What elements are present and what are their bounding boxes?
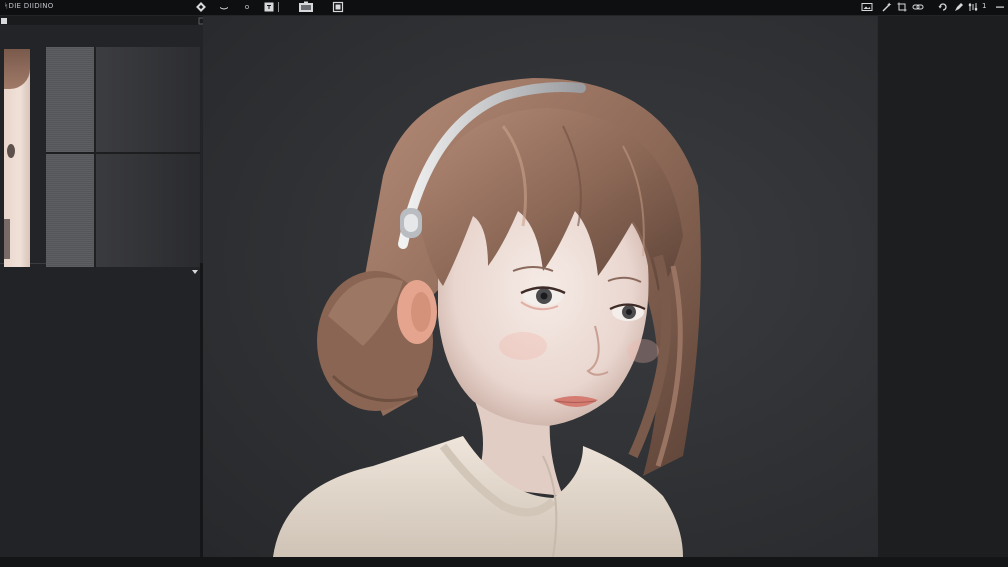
film-tool-button[interactable] [298,1,314,13]
link-button[interactable] [911,1,925,13]
undo-button[interactable] [936,1,950,13]
status-bar [0,557,1008,567]
panel-scroll-down[interactable] [191,269,199,275]
toolbar-separator [276,1,282,13]
thumbnail-cell[interactable] [46,47,94,152]
frame-icon [264,2,274,12]
crop-icon [897,2,907,12]
chevron-down-icon [192,270,198,274]
diamond-tool-icon [196,2,206,12]
right-panel [877,16,1008,567]
toolbar-counter: 1 [982,2,987,10]
thumbnail-grid [46,47,200,267]
image-button[interactable] [860,1,874,13]
levels-button[interactable] [966,1,980,13]
app-title: ᛋDIE DIIDINO [4,2,54,10]
thumbnail-panel-header [0,16,207,25]
levels-icon [968,3,978,11]
more-icon [996,6,1004,8]
image-icon [861,3,873,11]
undo-icon [938,3,947,11]
dot-icon [245,5,250,10]
wand-button[interactable] [880,1,894,13]
thumbnail-portrait[interactable] [4,49,30,267]
image-canvas[interactable] [203,16,877,557]
thumbnail-cell[interactable] [96,47,200,152]
thumbnail-cell[interactable] [46,154,94,267]
brush-tool-button[interactable] [217,1,231,13]
film-icon [299,1,313,12]
thumbnail-cell[interactable] [96,154,200,267]
panel-menu-icon[interactable] [0,17,8,25]
dot-tool-button[interactable] [240,1,254,13]
wand-icon [882,2,892,12]
layers-tool-button[interactable] [331,1,345,13]
diamond-tool-button[interactable] [194,1,208,13]
pen-icon [955,3,963,11]
top-toolbar: ᛋDIE DIIDINO 1 [0,0,1008,16]
frame-tool-button[interactable] [262,1,276,13]
pen-button[interactable] [952,1,966,13]
layers-icon [332,1,344,13]
crop-button[interactable] [895,1,909,13]
thumbnail-panel [0,16,208,274]
brush-icon [220,7,228,10]
link-icon [912,4,924,10]
more-button[interactable] [994,1,1006,13]
portrait-image [273,78,701,557]
